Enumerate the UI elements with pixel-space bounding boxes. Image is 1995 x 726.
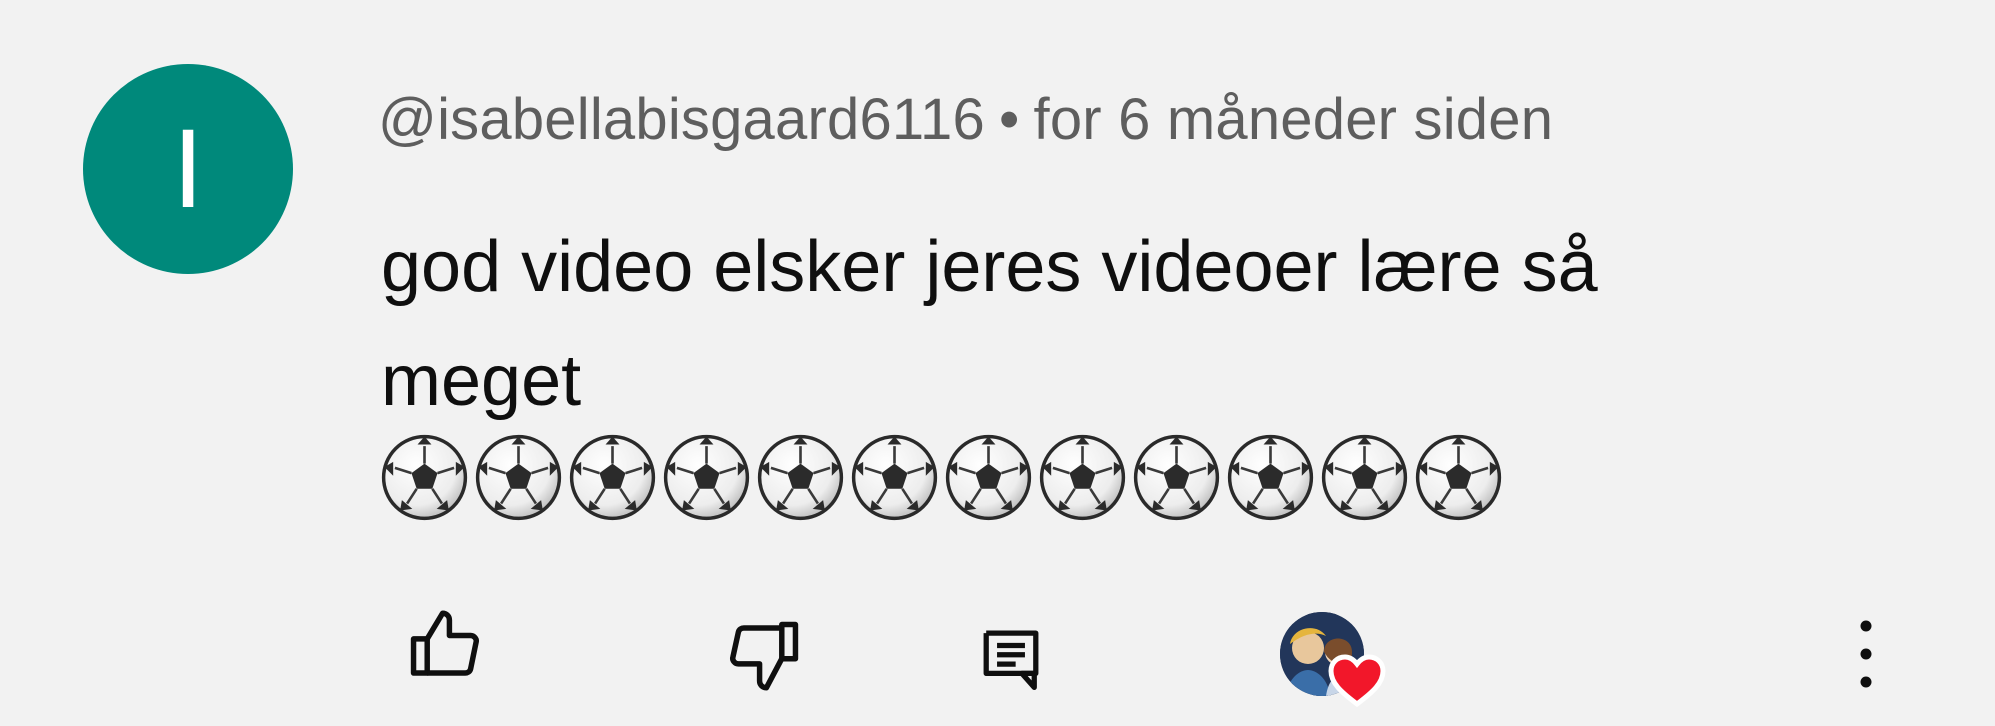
soccer-ball-emoji xyxy=(1321,434,1408,521)
soccer-ball-emoji xyxy=(1039,434,1126,521)
emoji-row xyxy=(381,434,1502,521)
soccer-ball-emoji xyxy=(475,434,562,521)
more-vertical-icon xyxy=(1860,620,1872,688)
comment-header: @isabellabisgaard6116 • for 6 måneder side… xyxy=(378,86,1553,153)
soccer-ball-emoji xyxy=(1133,434,1220,521)
soccer-ball-emoji xyxy=(1415,434,1502,521)
soccer-ball-emoji xyxy=(757,434,844,521)
soccer-ball-emoji xyxy=(663,434,750,521)
creator-heart-badge xyxy=(1280,612,1390,708)
author-handle[interactable]: @isabellabisgaard6116 xyxy=(378,87,985,152)
like-button[interactable] xyxy=(405,603,487,685)
comment-timestamp[interactable]: for 6 måneder siden xyxy=(1034,87,1554,152)
thumbs-up-icon xyxy=(410,610,479,676)
reply-button[interactable] xyxy=(980,626,1042,696)
comment-card: I @isabellabisgaard6116 • for 6 måneder si… xyxy=(0,0,1995,726)
comment-text: god video elsker jeres videoer lære så m… xyxy=(381,227,1598,421)
avatar[interactable]: I xyxy=(83,64,293,274)
meta-separator: • xyxy=(998,87,1020,152)
avatar-letter: I xyxy=(172,106,204,231)
soccer-ball-emoji xyxy=(945,434,1032,521)
soccer-ball-emoji xyxy=(381,434,468,521)
soccer-ball-emoji xyxy=(1227,434,1314,521)
thumbs-down-icon xyxy=(730,621,799,691)
dislike-button[interactable] xyxy=(722,616,804,698)
soccer-ball-emoji xyxy=(569,434,656,521)
more-options-button[interactable] xyxy=(1846,614,1886,694)
creator-heart-icon xyxy=(1328,654,1386,707)
soccer-ball-emoji xyxy=(851,434,938,521)
reply-comment-icon xyxy=(983,630,1039,690)
